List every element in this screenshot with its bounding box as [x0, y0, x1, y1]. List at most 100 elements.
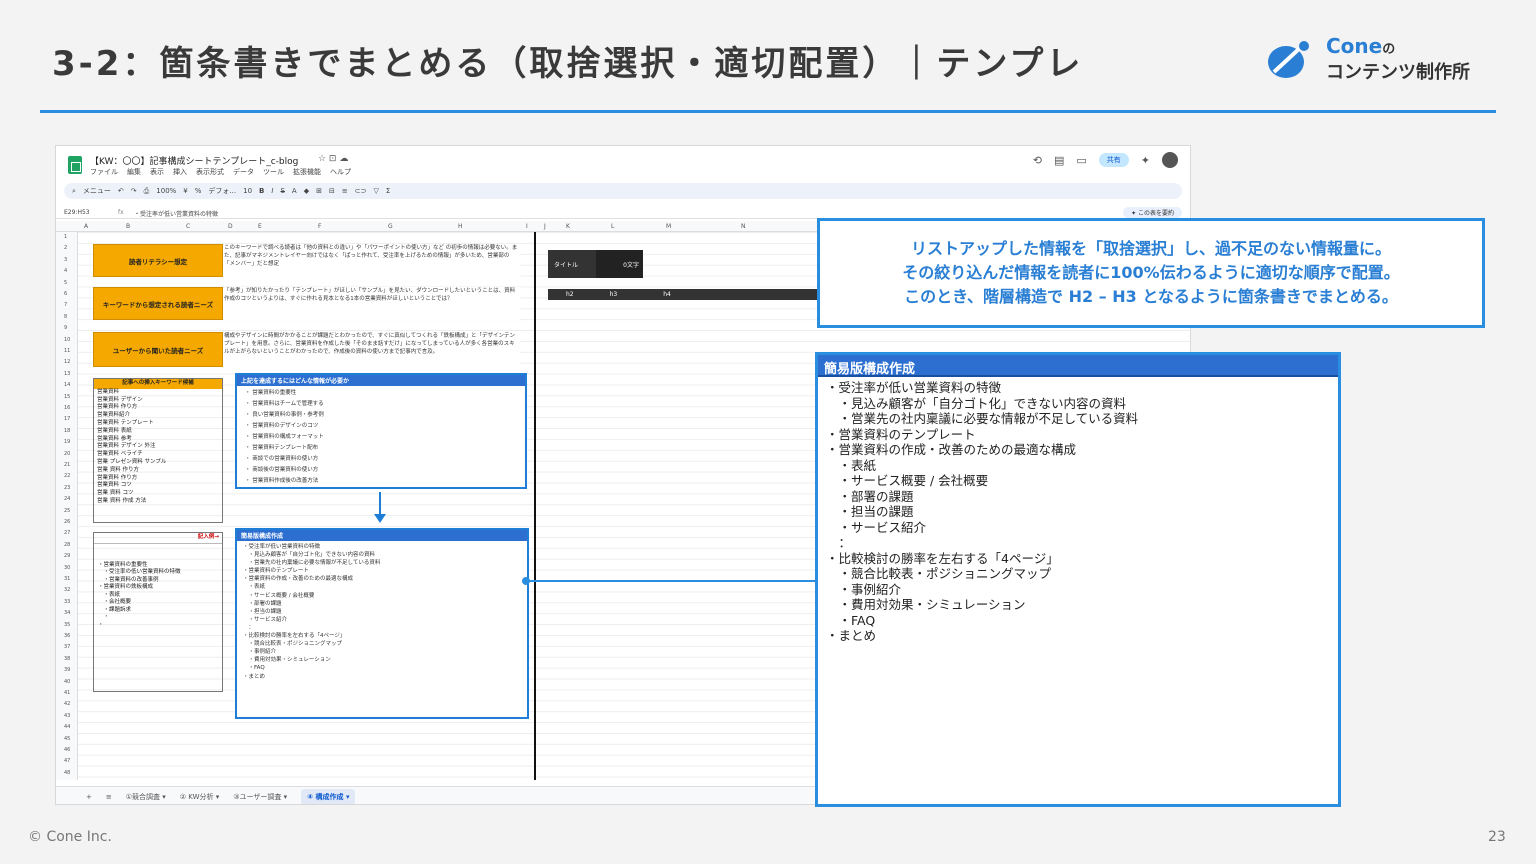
row-header[interactable]: 29: [64, 553, 70, 559]
row-header[interactable]: 1: [64, 234, 67, 240]
align-icon[interactable]: ≡: [342, 187, 348, 195]
link-icon[interactable]: ⊂⊃: [355, 187, 367, 195]
column-header[interactable]: F: [318, 223, 321, 230]
menu-help[interactable]: ヘルプ: [330, 167, 351, 177]
tab-outline[interactable]: ④ 構成作成 ▾: [301, 788, 356, 804]
column-header[interactable]: J: [544, 223, 546, 230]
font-size-input[interactable]: 10: [243, 187, 252, 195]
search-icon[interactable]: ⌕: [72, 187, 76, 196]
column-header[interactable]: E: [258, 223, 262, 230]
font-select[interactable]: デフォ...: [208, 186, 236, 196]
row-header[interactable]: 13: [64, 371, 70, 377]
row-header[interactable]: 11: [64, 348, 70, 354]
row-header[interactable]: 26: [64, 519, 70, 525]
menu-extensions[interactable]: 拡張機能: [293, 167, 321, 177]
desc-reader-literacy[interactable]: このキーワードで調べる読者は「他の資料との違い」や「パワーポイントの使い方」など…: [224, 244, 520, 277]
desc-keyword-needs[interactable]: 「参考」が知りたかったり「テンプレート」がほしい「サンプル」を見たい、ダウンロー…: [224, 287, 520, 320]
formula-input[interactable]: ・受注率が低い営業資料の特徴: [134, 209, 218, 218]
row-header[interactable]: 42: [64, 701, 70, 707]
column-header[interactable]: K: [566, 223, 570, 230]
row-header[interactable]: 2: [64, 245, 67, 251]
function-icon[interactable]: Σ: [386, 187, 390, 195]
gemini-icon[interactable]: ✦: [1141, 154, 1150, 167]
column-header[interactable]: D: [228, 223, 233, 230]
redo-icon[interactable]: ↷: [131, 187, 137, 195]
row-header[interactable]: 34: [64, 610, 70, 616]
text-color-icon[interactable]: A: [292, 187, 297, 195]
history-icon[interactable]: ⟲: [1033, 154, 1042, 167]
row-header[interactable]: 15: [64, 394, 70, 400]
merge-icon[interactable]: ⊟: [329, 187, 335, 195]
row-header[interactable]: 3: [64, 257, 67, 263]
heading-row[interactable]: h2 h3 h4: [548, 289, 820, 300]
percent-icon[interactable]: %: [195, 187, 202, 195]
label-reader-literacy[interactable]: 読者リテラシー想定: [93, 244, 223, 277]
row-header[interactable]: 30: [64, 565, 70, 571]
name-box[interactable]: E29:H53: [64, 209, 90, 216]
row-header[interactable]: 5: [64, 280, 67, 286]
row-header[interactable]: 38: [64, 656, 70, 662]
undo-icon[interactable]: ↶: [118, 187, 124, 195]
small-outline-box[interactable]: 簡易版構成作成 ・受注率が低い営業資料の特徴 ・見込み顧客が「自分ゴト化」できな…: [235, 528, 529, 719]
row-header[interactable]: 44: [64, 724, 70, 730]
column-header[interactable]: M: [666, 223, 671, 230]
row-header[interactable]: 43: [64, 713, 70, 719]
document-title[interactable]: 【KW：〇〇】記事構成シートテンプレート_c-blog: [90, 154, 298, 167]
share-button[interactable]: 共有: [1098, 153, 1129, 167]
needed-info-box[interactable]: 上記を達成するにはどんな情報が必要か ・ 営業資料の重要性・ 営業資料はチームで…: [235, 373, 527, 489]
row-header[interactable]: 47: [64, 758, 70, 764]
row-header[interactable]: 10: [64, 337, 70, 343]
row-header[interactable]: 37: [64, 644, 70, 650]
row-header[interactable]: 9: [64, 325, 67, 331]
row-header[interactable]: 24: [64, 496, 70, 502]
keyword-candidates-box[interactable]: 記事への挿入キーワード候補 営業資料 営業資料 デザイン 営業資料 作り方 営業資料紹…: [93, 378, 223, 523]
column-header[interactable]: I: [526, 223, 528, 230]
row-header[interactable]: 23: [64, 485, 70, 491]
menu-file[interactable]: ファイル: [90, 167, 118, 177]
zoom-select[interactable]: 100%: [156, 187, 176, 195]
add-sheet-icon[interactable]: +: [86, 793, 92, 801]
summarize-button[interactable]: ✦ この表を要約: [1123, 207, 1182, 218]
row-header[interactable]: 7: [64, 302, 67, 308]
column-header[interactable]: L: [611, 223, 614, 230]
column-header[interactable]: N: [741, 223, 746, 230]
row-header[interactable]: 22: [64, 473, 70, 479]
menu-edit[interactable]: 編集: [127, 167, 141, 177]
row-header[interactable]: 46: [64, 747, 70, 753]
example-box[interactable]: 記入例→ ・営業資料の重要性 ・受注率の低い営業資料の特徴 ・営業資料の改善事例…: [93, 532, 223, 692]
char-count-cell[interactable]: 0文字: [596, 250, 643, 278]
print-icon[interactable]: ⎙: [144, 187, 150, 196]
column-header[interactable]: C: [186, 223, 190, 230]
row-header[interactable]: 17: [64, 416, 70, 422]
row-header[interactable]: 6: [64, 291, 67, 297]
row-header[interactable]: 12: [64, 359, 70, 365]
filter-icon[interactable]: ▽: [373, 187, 378, 195]
menu-search[interactable]: メニュー: [83, 186, 111, 196]
bold-icon[interactable]: B: [259, 187, 264, 195]
row-header[interactable]: 35: [64, 622, 70, 628]
column-header[interactable]: A: [84, 223, 88, 230]
row-header[interactable]: 14: [64, 382, 70, 388]
row-header[interactable]: 41: [64, 690, 70, 696]
all-sheets-icon[interactable]: ≡: [106, 793, 112, 801]
column-header[interactable]: G: [388, 223, 393, 230]
tab-user-research[interactable]: ③ユーザー調査 ▾: [233, 792, 287, 802]
row-header[interactable]: 19: [64, 439, 70, 445]
row-header[interactable]: 39: [64, 667, 70, 673]
row-header[interactable]: 27: [64, 530, 70, 536]
menu-tools[interactable]: ツール: [263, 167, 284, 177]
meet-icon[interactable]: ▭: [1076, 154, 1086, 167]
tab-competitor[interactable]: ①競合調査 ▾: [126, 792, 166, 802]
tab-kw-analysis[interactable]: ② KW分析 ▾: [180, 792, 220, 802]
row-header[interactable]: 36: [64, 633, 70, 639]
row-header[interactable]: 18: [64, 428, 70, 434]
column-header[interactable]: B: [126, 223, 130, 230]
strike-icon[interactable]: S: [280, 187, 284, 195]
row-header[interactable]: 32: [64, 587, 70, 593]
row-header[interactable]: 31: [64, 576, 70, 582]
comment-icon[interactable]: ▤: [1054, 154, 1064, 167]
menu-format[interactable]: 表示形式: [196, 167, 224, 177]
menu-data[interactable]: データ: [233, 167, 254, 177]
desc-user-needs[interactable]: 構成やデザインに時間がかかることが課題だとわかったので、すぐに真似してつくれる「…: [224, 332, 520, 367]
menu-view[interactable]: 表示: [150, 167, 164, 177]
